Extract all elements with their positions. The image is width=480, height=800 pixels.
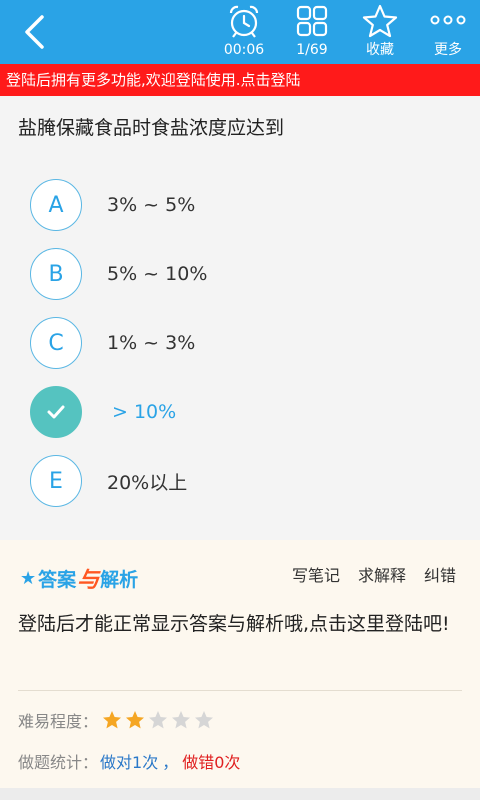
title-connector: 与 [77, 568, 100, 593]
favorite-button[interactable]: 收藏 [348, 0, 412, 64]
option-a[interactable]: A 3% ~ 5% [30, 178, 450, 232]
option-letter: E [30, 455, 82, 507]
answer-panel: ★ 答案 与 解析 写笔记 求解释 纠错 登陆后才能正常显示答案与解析哦,点击这… [0, 540, 480, 800]
login-banner[interactable]: 登陆后拥有更多功能,欢迎登陆使用.点击登陆 [0, 64, 480, 96]
option-text: 5% ~ 10% [107, 263, 208, 285]
title-analysis: 解析 [100, 568, 139, 591]
star-empty-icon [195, 711, 214, 729]
option-text: 3% ~ 5% [107, 194, 196, 216]
timer-label: 00:06 [223, 42, 265, 58]
option-e[interactable]: E 20%以上 [30, 454, 450, 508]
answer-actions: 写笔记 求解释 纠错 [292, 562, 456, 586]
alarm-clock-icon [229, 5, 259, 38]
more-label: 更多 [434, 42, 462, 58]
star-empty-icon [172, 711, 191, 729]
option-text: 1% ~ 3% [107, 332, 196, 354]
bottom-edge [0, 788, 480, 800]
option-letter: B [30, 248, 82, 300]
option-text: 20%以上 [107, 471, 188, 494]
stats-wrong: 做错0次 [182, 753, 241, 772]
star-filled-icon [126, 711, 145, 729]
option-d[interactable]: > 10% [30, 385, 450, 439]
title-answer: 答案 [38, 568, 77, 591]
report-error-button[interactable]: 纠错 [424, 562, 456, 586]
star-outline-icon [362, 4, 398, 38]
timer-button[interactable]: 00:06 [212, 0, 276, 64]
top-toolbar: 00:06 1/69 收藏 更多 [0, 0, 480, 64]
stats-row: 做题统计： 做对1次 ， 做错0次 [18, 749, 240, 773]
title-star-icon: ★ [20, 567, 37, 589]
option-text-selected: > 10% [112, 401, 177, 423]
star-filled-icon [103, 711, 122, 729]
difficulty-stars [102, 710, 214, 730]
option-c[interactable]: C 1% ~ 3% [30, 316, 450, 370]
option-letter: C [30, 317, 82, 369]
option-checked-marker [30, 386, 82, 438]
dots-icon [430, 15, 466, 25]
progress-label: 1/69 [296, 42, 328, 58]
difficulty-row: 难易程度： [18, 708, 214, 732]
login-prompt-link[interactable]: 登陆后才能正常显示答案与解析哦,点击这里登陆吧! [18, 608, 458, 640]
option-b[interactable]: B 5% ~ 10% [30, 247, 450, 301]
back-button[interactable] [14, 10, 54, 54]
answer-title: ★ 答案 与 解析 [20, 562, 138, 594]
more-button[interactable]: 更多 [416, 0, 480, 64]
stats-correct: 做对1次 [100, 753, 159, 772]
request-explanation-button[interactable]: 求解释 [358, 562, 406, 586]
question-text: 盐腌保藏食品时食盐浓度应达到 [18, 117, 285, 139]
grid-icon [296, 5, 328, 37]
stats-separator: ， [162, 753, 179, 772]
option-letter: A [30, 179, 82, 231]
write-note-button[interactable]: 写笔记 [292, 562, 340, 586]
checkmark-icon [47, 405, 65, 419]
progress-button[interactable]: 1/69 [280, 0, 344, 64]
chevron-left-icon [25, 15, 44, 49]
divider [18, 690, 462, 691]
favorite-label: 收藏 [366, 42, 394, 58]
star-empty-icon [149, 711, 168, 729]
difficulty-label: 难易程度： [18, 712, 99, 731]
stats-label: 做题统计： [18, 753, 99, 772]
